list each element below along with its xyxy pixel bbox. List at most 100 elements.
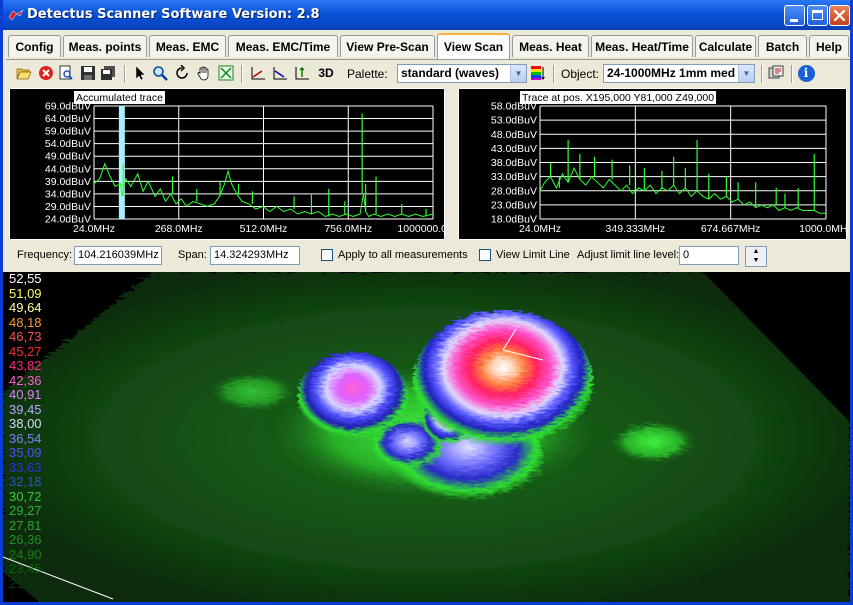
legend-level: 35,09 <box>9 445 42 460</box>
adjust-limit-label: Adjust limit line level: <box>577 249 680 261</box>
axis-y-button[interactable] <box>271 64 289 82</box>
right-trace-y-tick-label: 53.0dBuV <box>491 115 537 127</box>
left-trace-y-tick-label: 59.0dBuV <box>45 126 91 138</box>
right-trace-x-tick-label: 674.667MHz <box>701 223 761 235</box>
palette-value: standard (waves) <box>401 66 500 80</box>
save-button[interactable] <box>79 64 97 82</box>
view-limit-line-checkbox[interactable] <box>479 249 491 261</box>
select-tool-button[interactable] <box>131 64 149 82</box>
position-trace-chart: 58.0dBuV53.0dBuV48.0dBuV43.0dBuV38.0dBuV… <box>491 91 846 235</box>
palette-label: Palette: <box>347 67 388 81</box>
tab-batch[interactable]: Batch <box>758 35 807 57</box>
save-all-button[interactable] <box>99 64 117 82</box>
left-trace-y-tick-label: 34.0dBuV <box>45 188 91 200</box>
title-bar[interactable]: Detectus Scanner Software Version: 2.8 <box>3 0 850 30</box>
tab-meas-emc[interactable]: Meas. EMC <box>149 35 226 57</box>
limit-level-input[interactable]: 0 <box>679 246 739 265</box>
palette-colors-button[interactable] <box>529 64 547 82</box>
left-trace-frequency-marker[interactable] <box>118 106 125 219</box>
legend-level: 40,91 <box>9 387 42 402</box>
right-trace-x-tick-label: 1000.0MHz <box>799 223 846 235</box>
app-logo-icon <box>8 9 24 21</box>
palette-select[interactable]: standard (waves) ▼ <box>397 64 527 83</box>
legend-level: 45,27 <box>9 343 42 359</box>
pan-tool-button[interactable] <box>195 64 213 82</box>
trace-panels: 69.0dBuV 64.0dBuV 59.0dBuV 54.0dBuV 49.0dBuV… <box>9 88 847 240</box>
tab-help[interactable]: Help <box>809 35 849 57</box>
left-trace-y-tick-label: 49.0dBuV <box>45 151 91 163</box>
minimize-button[interactable] <box>784 5 805 26</box>
left-trace-y-tick-label: 39.0dBuV <box>45 176 91 188</box>
spin-up-icon[interactable]: ▲ <box>746 247 766 256</box>
close-button[interactable] <box>829 5 850 26</box>
axis-y-icon <box>273 67 287 80</box>
legend-level: 46,73 <box>9 329 42 344</box>
main-tab-strip: Config Meas. points Meas. EMC Meas. EMC/Tim… <box>6 33 850 59</box>
fit-view-icon <box>218 65 234 81</box>
tab-view-scan[interactable]: View Scan <box>437 33 510 59</box>
properties-button[interactable] <box>767 64 785 82</box>
object-select[interactable]: 24-1000MHz 1mm med ▼ <box>603 64 755 83</box>
frequency-input[interactable]: 104.216039MHz <box>74 246 162 265</box>
right-trace-y-tick-label: 38.0dBuV <box>491 157 537 169</box>
spin-down-icon[interactable]: ▼ <box>746 256 766 265</box>
application-window: Detectus Scanner Software Version: 2.8 C… <box>0 0 853 605</box>
accumulated-trace-panel[interactable]: 69.0dBuV 64.0dBuV 59.0dBuV 54.0dBuV 49.0dBuV… <box>9 88 445 240</box>
accumulated-trace-chart: 69.0dBuV64.0dBuV59.0dBuV54.0dBuV49.0dBuV… <box>45 91 444 235</box>
position-trace-panel[interactable]: 58.0dBuV 53.0dBuV 48.0dBuV 43.0dBuV 38.0dBuV… <box>458 88 847 240</box>
left-trace-y-tick-label: 44.0dBuV <box>45 163 91 175</box>
open-folder-button[interactable] <box>15 64 33 82</box>
apply-all-checkbox[interactable] <box>321 249 333 261</box>
legend-level: 42,36 <box>9 372 42 388</box>
info-icon: i <box>797 64 815 82</box>
tab-meas-heat-time[interactable]: Meas. Heat/Time <box>591 35 693 57</box>
close-icon <box>833 9 846 22</box>
axis-z-button[interactable] <box>293 64 311 82</box>
maximize-icon <box>812 10 823 20</box>
tab-calculate[interactable]: Calculate <box>695 35 756 57</box>
axis-x-button[interactable] <box>249 64 267 82</box>
limit-level-spinner[interactable]: ▲ ▼ <box>745 246 767 267</box>
legend-level: 23,45 <box>9 561 42 576</box>
print-preview-icon <box>59 65 73 80</box>
right-trace-y-tick-label: 43.0dBuV <box>491 143 537 155</box>
legend-level: 52,55 <box>9 272 42 286</box>
right-trace-x-tick-label: 349.333MHz <box>606 223 666 235</box>
maximize-button[interactable] <box>807 5 828 26</box>
info-button[interactable]: i <box>797 64 815 82</box>
save-icon <box>81 66 95 80</box>
3d-view-button[interactable]: 3D <box>315 64 337 82</box>
tab-view-pre-scan[interactable]: View Pre-Scan <box>340 35 435 57</box>
chevron-down-icon: ▼ <box>510 65 526 82</box>
zoom-tool-button[interactable] <box>151 64 169 82</box>
apply-all-label: Apply to all measurements <box>338 249 468 261</box>
stop-button[interactable] <box>37 64 55 82</box>
tab-meas-points[interactable]: Meas. points <box>63 35 147 57</box>
right-trace-y-tick-label: 48.0dBuV <box>491 129 537 141</box>
right-trace-y-tick-label: 23.0dBuV <box>491 199 537 211</box>
fit-view-button[interactable] <box>217 64 235 82</box>
view-limit-line-label: View Limit Line <box>496 249 570 261</box>
axis-z-icon <box>295 66 309 80</box>
3d-scan-view[interactable]: 52,55 51,09 49,64 48,18 46,73 45,27 43,82 42,36… <box>3 272 850 602</box>
legend-level: 49,64 <box>9 300 42 315</box>
legend-level: 39,45 <box>9 401 42 417</box>
3d-surface-plot <box>3 272 850 602</box>
color-level-legend: 52,55 51,09 49,64 48,18 46,73 45,27 43,82 42,36… <box>9 272 69 591</box>
left-trace-x-tick-label: 24.0MHz <box>73 223 115 235</box>
span-input[interactable]: 14.324293MHz <box>210 246 300 265</box>
tab-meas-heat[interactable]: Meas. Heat <box>512 35 589 57</box>
left-trace-y-tick-label: 29.0dBuV <box>45 201 91 213</box>
cursor-arrow-icon <box>135 65 146 81</box>
chevron-down-icon: ▼ <box>738 65 754 82</box>
object-value: 24-1000MHz 1mm med <box>607 66 736 80</box>
print-preview-button[interactable] <box>57 64 75 82</box>
left-trace-y-tick-label: 64.0dBuV <box>45 113 91 125</box>
left-trace-x-tick-label: 1000000.0MHz <box>397 223 444 235</box>
rotate-tool-button[interactable] <box>173 64 191 82</box>
legend-level: 43,82 <box>9 358 42 373</box>
legend-level: 21,99 <box>9 575 42 591</box>
tab-config[interactable]: Config <box>8 35 61 57</box>
tab-meas-emc-time[interactable]: Meas. EMC/Time <box>228 35 338 57</box>
properties-icon <box>768 65 784 79</box>
